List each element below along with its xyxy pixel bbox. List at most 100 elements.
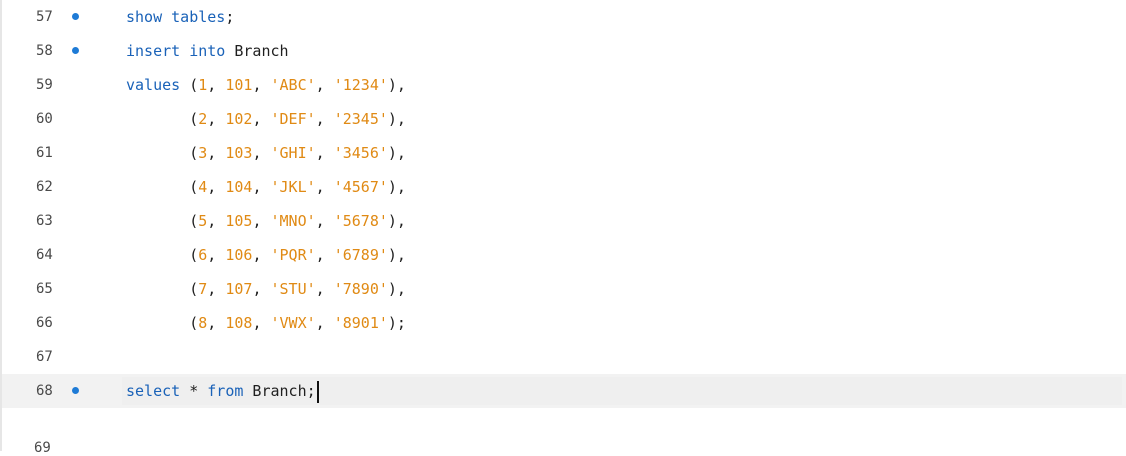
statement-marker-icon[interactable] [72,13,79,20]
token-kw: show tables [126,8,226,26]
token-plain: ), [387,110,406,128]
token-plain: , [207,212,226,230]
code-line[interactable]: 60 (2, 102, 'DEF', '2345'), [2,102,1126,136]
token-str: 'JKL' [270,178,316,196]
token-str: '8901' [333,314,388,332]
code-line[interactable]: 61 (3, 103, 'GHI', '3456'), [2,136,1126,170]
token-plain: , [252,76,271,94]
token-plain: ), [387,280,406,298]
token-plain: ( [126,212,199,230]
token-plain: ( [126,110,199,128]
line-number: 58 [36,43,53,59]
token-str: 'DEF' [270,110,316,128]
statement-marker-icon[interactable] [72,387,79,394]
token-plain: , [252,280,271,298]
line-number: 60 [36,111,53,127]
token-plain: , [252,246,271,264]
token-num: 1 [198,76,208,94]
token-plain: , [207,110,226,128]
token-plain: ( [126,314,199,332]
token-plain: , [207,144,226,162]
code-text: (6, 106, 'PQR', '6789'), [126,238,406,272]
token-str: 'GHI' [270,144,316,162]
token-num: 7 [198,280,208,298]
token-plain: , [252,314,271,332]
token-str: 'STU' [270,280,316,298]
token-plain: , [252,110,271,128]
sql-editor[interactable]: 57 show tables; 58 insert into Branch 59 valu… [0,0,1126,451]
token-plain: ( [126,178,199,196]
token-str: 'VWX' [270,314,316,332]
token-plain: ( [180,76,199,94]
code-line[interactable]: 64 (6, 106, 'PQR', '6789'), [2,238,1126,272]
token-plain: , [252,144,271,162]
token-str: '4567' [333,178,388,196]
token-plain: * [180,382,208,400]
token-plain: , [315,178,334,196]
token-num: 104 [225,178,253,196]
token-plain: , [207,76,226,94]
token-str: '3456' [333,144,388,162]
token-str: 'ABC' [270,76,316,94]
code-line[interactable]: 65 (7, 107, 'STU', '7890'), [2,272,1126,306]
token-num: 6 [198,246,208,264]
line-number: 59 [36,77,53,93]
token-plain: Branch [225,42,289,60]
code-text: values (1, 101, 'ABC', '1234'), [126,68,406,102]
current-code-line[interactable]: 68 select * from Branch; [2,374,1126,408]
token-plain: , [207,178,226,196]
token-plain: , [315,144,334,162]
token-plain: , [315,212,334,230]
token-plain: ), [387,178,406,196]
token-num: 105 [225,212,253,230]
line-number: 57 [36,9,53,25]
code-line[interactable]: 63 (5, 105, 'MNO', '5678'), [2,204,1126,238]
token-num: 103 [225,144,253,162]
line-number: 61 [36,145,53,161]
token-num: 2 [198,110,208,128]
token-num: 102 [225,110,253,128]
token-num: 108 [225,314,253,332]
statement-marker-icon[interactable] [72,47,79,54]
token-str: 'MNO' [270,212,316,230]
line-number: 66 [36,315,53,331]
code-line[interactable]: 66 (8, 108, 'VWX', '8901'); [2,306,1126,340]
token-plain: , [207,246,226,264]
token-plain: ; [225,8,235,26]
token-num: 8 [198,314,208,332]
token-plain: , [207,280,226,298]
token-plain: , [315,76,334,94]
token-num: 4 [198,178,208,196]
code-text: (7, 107, 'STU', '7890'), [126,272,406,306]
token-plain: ); [387,314,406,332]
code-line[interactable]: 62 (4, 104, 'JKL', '4567'), [2,170,1126,204]
token-str: '2345' [333,110,388,128]
token-plain: ( [126,280,199,298]
line-number: 64 [36,247,53,263]
token-plain: , [252,212,271,230]
code-text: select * from Branch; [126,374,319,408]
token-plain: ( [126,144,199,162]
token-plain: , [315,246,334,264]
code-line[interactable]: 67 [2,340,1126,374]
token-plain: , [252,178,271,196]
code-text: (8, 108, 'VWX', '8901'); [126,306,406,340]
token-plain: Branch; [243,382,316,400]
code-text: (4, 104, 'JKL', '4567'), [126,170,406,204]
code-line[interactable]: 57 show tables; [2,0,1126,34]
token-str: 'PQR' [270,246,316,264]
token-kw: select [126,382,181,400]
code-text: (3, 103, 'GHI', '3456'), [126,136,406,170]
token-plain: ), [387,212,406,230]
token-str: '1234' [333,76,388,94]
token-plain: ( [126,246,199,264]
token-kw: values [126,76,181,94]
token-num: 107 [225,280,253,298]
code-text: show tables; [126,0,234,34]
token-plain: , [207,314,226,332]
code-line[interactable]: 59 values (1, 101, 'ABC', '1234'), [2,68,1126,102]
token-num: 101 [225,76,253,94]
token-str: '5678' [333,212,388,230]
code-text: insert into Branch [126,34,289,68]
code-line[interactable]: 58 insert into Branch [2,34,1126,68]
